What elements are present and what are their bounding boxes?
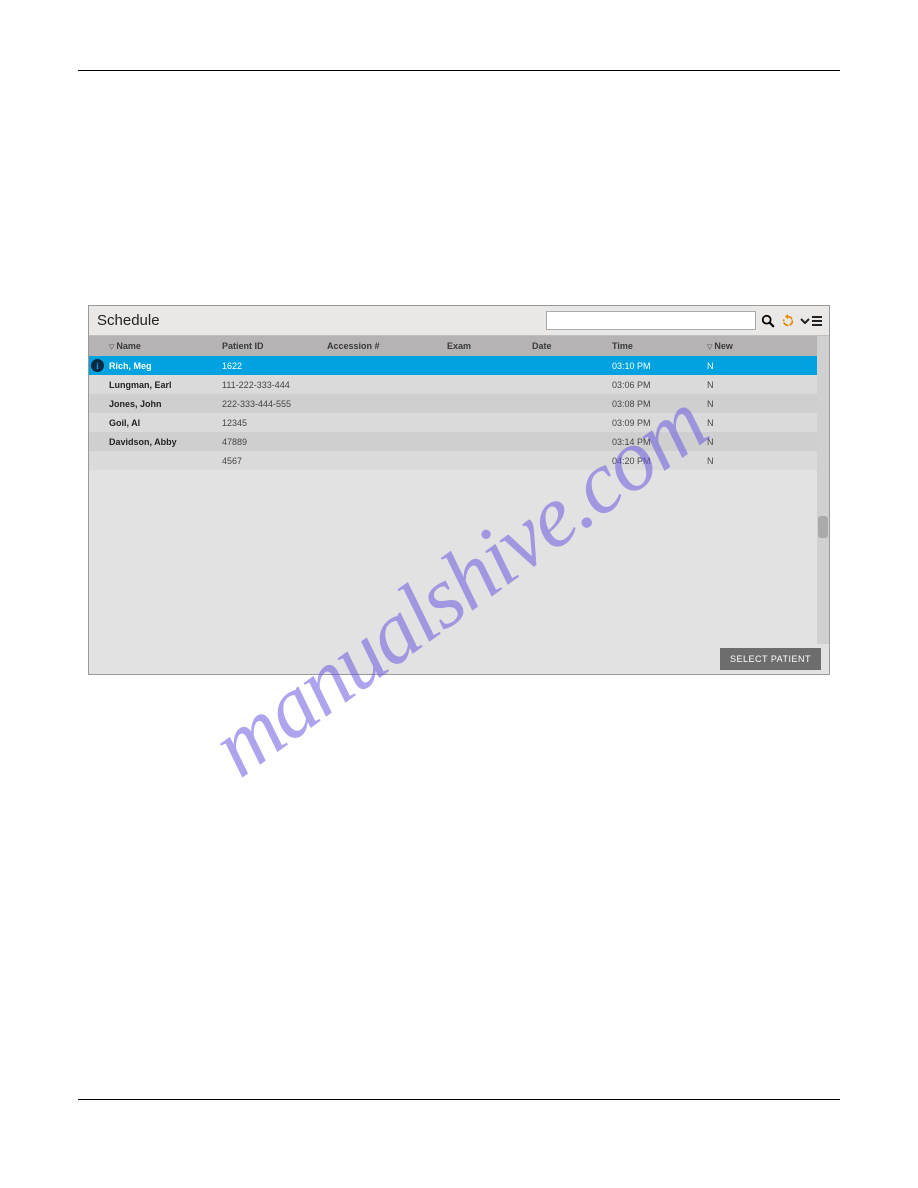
- cell-time: 03:14 PM: [612, 437, 707, 447]
- patient-grid: ▽Name Patient ID Accession # Exam Date T…: [89, 336, 817, 644]
- col-header-date[interactable]: Date: [532, 341, 612, 351]
- cell-time: 03:08 PM: [612, 399, 707, 409]
- search-input[interactable]: [546, 311, 756, 330]
- vertical-scrollbar[interactable]: [817, 336, 829, 644]
- cell-new: N: [707, 456, 777, 466]
- cell-name: Lungman, Earl: [107, 380, 222, 390]
- toolbar-right: [546, 311, 823, 330]
- col-header-new[interactable]: ▽New: [707, 341, 777, 351]
- cell-name: Rich, Meg: [107, 361, 222, 371]
- select-patient-button[interactable]: SELECT PATIENT: [720, 648, 821, 670]
- cell-time: 04:20 PM: [612, 456, 707, 466]
- cell-time: 03:10 PM: [612, 361, 707, 371]
- col-header-patient-id[interactable]: Patient ID: [222, 341, 327, 351]
- grid-header: ▽Name Patient ID Accession # Exam Date T…: [89, 336, 817, 356]
- table-row[interactable]: iRich, Meg1622 03:10 PMN: [89, 356, 817, 375]
- table-row[interactable]: Goil, Al12345 03:09 PMN: [89, 413, 817, 432]
- cell-patient-id: 222-333-444-555: [222, 399, 327, 409]
- schedule-window: Schedule ▽Name Patie: [88, 305, 830, 675]
- table-row[interactable]: 4567 04:20 PMN: [89, 451, 817, 470]
- scrollbar-thumb[interactable]: [818, 516, 828, 538]
- cell-new: N: [707, 399, 777, 409]
- cell-patient-id: 47889: [222, 437, 327, 447]
- cell-name: Goil, Al: [107, 418, 222, 428]
- col-header-name[interactable]: ▽Name: [107, 341, 222, 351]
- title-bar: Schedule: [89, 306, 829, 336]
- cell-time: 03:09 PM: [612, 418, 707, 428]
- cell-patient-id: 12345: [222, 418, 327, 428]
- cell-new: N: [707, 437, 777, 447]
- cell-name: Jones, John: [107, 399, 222, 409]
- table-row[interactable]: Jones, John222-333-444-555 03:08 PMN: [89, 394, 817, 413]
- table-row[interactable]: Davidson, Abby47889 03:14 PMN: [89, 432, 817, 451]
- cell-patient-id: 1622: [222, 361, 327, 371]
- cell-patient-id: 111-222-333-444: [222, 380, 327, 390]
- refresh-icon[interactable]: [780, 313, 796, 329]
- table-row[interactable]: Lungman, Earl111-222-333-444 03:06 PMN: [89, 375, 817, 394]
- footer-bar: SELECT PATIENT: [89, 644, 829, 674]
- filter-dropdown[interactable]: [800, 315, 823, 327]
- cell-new: N: [707, 361, 777, 371]
- cell-new: N: [707, 380, 777, 390]
- cell-new: N: [707, 418, 777, 428]
- col-header-time[interactable]: Time: [612, 341, 707, 351]
- cell-name: Davidson, Abby: [107, 437, 222, 447]
- window-title: Schedule: [97, 312, 160, 329]
- cell-patient-id: 4567: [222, 456, 327, 466]
- search-icon[interactable]: [760, 313, 776, 329]
- col-header-accession[interactable]: Accession #: [327, 341, 447, 351]
- cell-time: 03:06 PM: [612, 380, 707, 390]
- col-header-exam[interactable]: Exam: [447, 341, 532, 351]
- info-icon[interactable]: i: [91, 359, 104, 372]
